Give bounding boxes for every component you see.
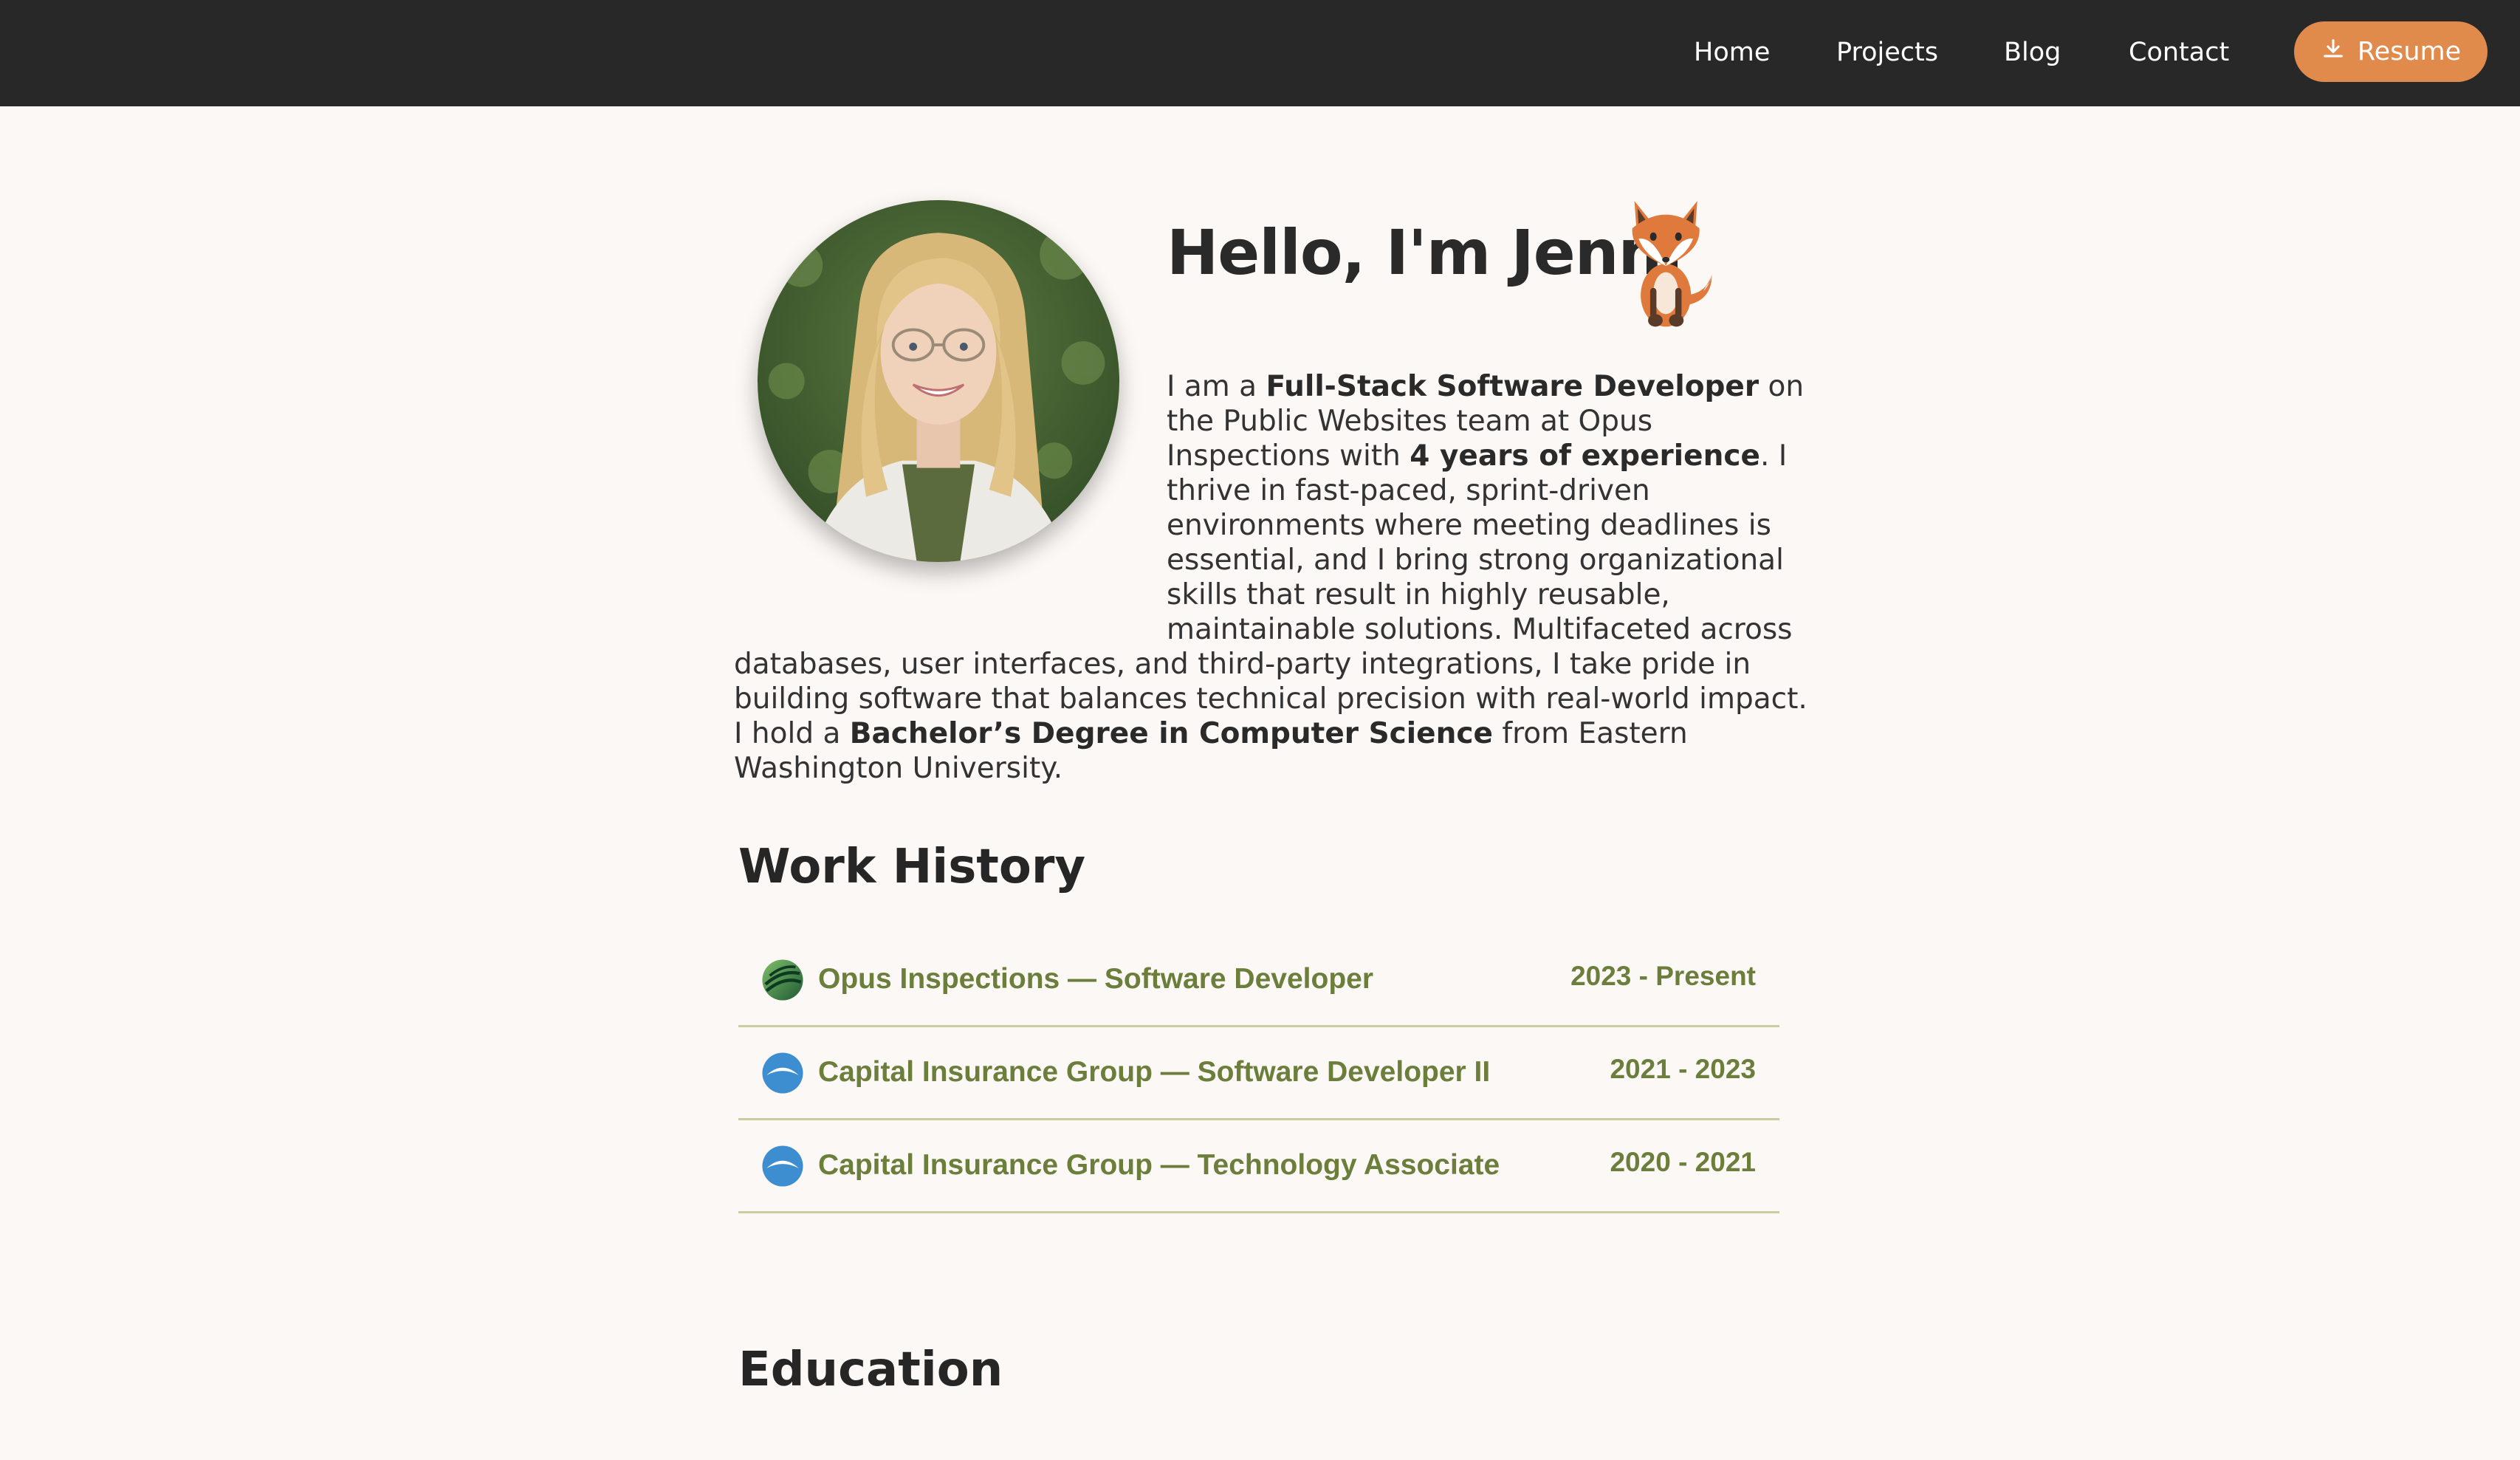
bio-text-1: I am a [1167, 370, 1266, 403]
work-dates: 2023 - Present [1570, 961, 1756, 991]
nav-home-link[interactable]: Home [1694, 34, 1770, 71]
work-history-list: Opus Inspections — Software Developer 20… [738, 934, 1779, 1213]
resume-button[interactable]: Resume [2294, 21, 2488, 82]
education-heading: Education [738, 1343, 1003, 1397]
work-dates: 2021 - 2023 [1610, 1054, 1756, 1084]
top-nav: Home Projects Blog Contact Resume [0, 0, 2520, 106]
work-history-row: Opus Inspections — Software Developer 20… [738, 934, 1779, 1027]
download-icon [2321, 36, 2346, 68]
hero-bio: I am a Full-Stack Software Developer on … [734, 369, 1819, 786]
bio-experience: 4 years of experience [1410, 439, 1760, 473]
work-dates: 2020 - 2021 [1610, 1147, 1756, 1177]
cig-logo-icon [761, 1145, 804, 1187]
nav-blog-link[interactable]: Blog [2004, 34, 2061, 71]
hero-greeting: Hello, I'm Jenni [1167, 216, 1683, 289]
work-title: Opus Inspections — Software Developer [818, 963, 1374, 995]
work-history-row: Capital Insurance Group — Software Devel… [738, 1027, 1779, 1120]
work-title: Capital Insurance Group — Software Devel… [818, 1056, 1491, 1088]
work-history-heading: Work History [738, 840, 1086, 894]
bio-role: Full-Stack Software Developer [1266, 370, 1759, 403]
cig-logo-icon [761, 1052, 804, 1094]
work-title: Capital Insurance Group — Technology Ass… [818, 1149, 1500, 1181]
bio-degree: Bachelor’s Degree in Computer Science [849, 717, 1493, 750]
nav-projects-link[interactable]: Projects [1836, 34, 1938, 71]
opus-logo-icon [761, 959, 804, 1001]
work-history-row: Capital Insurance Group — Technology Ass… [738, 1120, 1779, 1213]
bio-float-spacer [734, 369, 1167, 613]
fox-icon [1616, 191, 1720, 331]
nav-contact-link[interactable]: Contact [2129, 34, 2229, 71]
resume-label: Resume [2357, 37, 2462, 66]
